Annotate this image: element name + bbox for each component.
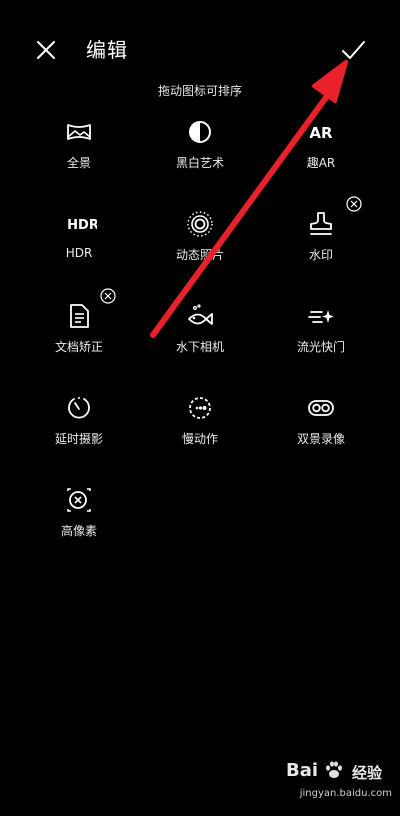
mode-label: 水印 (308, 248, 333, 262)
watermark-url: jingyan.baidu.com (299, 788, 392, 799)
document-icon (70, 304, 89, 328)
top-bar: 编辑 拖动图标可排序 (0, 0, 400, 100)
mode-label: 流光快门 (296, 340, 345, 354)
hdr-icon: HDR (67, 218, 97, 233)
mode-underwater[interactable]: 水下相机 (145, 294, 255, 374)
mode-black-white-art[interactable]: 黑白艺术 (145, 110, 255, 190)
dual-view-icon (308, 400, 334, 416)
mode-label: 文档矫正 (54, 340, 103, 354)
mode-high-resolution[interactable]: 高像素 (24, 478, 134, 558)
mode-label: 动态照片 (175, 248, 224, 262)
mode-watermark[interactable]: 水印 (266, 196, 376, 282)
watermark-brand: Bai (286, 760, 319, 781)
underwater-fish-icon (188, 304, 213, 325)
mode-label: 延时摄影 (54, 432, 103, 446)
timelapse-icon (68, 397, 90, 419)
mode-label: 黑白艺术 (175, 156, 224, 170)
watermark-brand-cn: 经验 (352, 764, 383, 782)
page-title: 编辑 (86, 38, 128, 62)
mode-panorama[interactable]: 全景 (24, 110, 134, 190)
mode-hdr[interactable]: HDR HDR (24, 202, 134, 282)
mode-document-correction[interactable]: 文档矫正 (24, 288, 134, 374)
black-white-art-icon (189, 121, 211, 143)
panorama-icon (67, 124, 91, 140)
light-painting-icon (308, 310, 334, 323)
paw-icon (326, 761, 342, 778)
mode-label: 水下相机 (175, 340, 224, 354)
camera-mode-editor: 编辑 拖动图标可排序 全景 黑白艺术 AR 趣AR HDR HDR 动态照片 水… (0, 0, 400, 816)
mode-label: 慢动作 (181, 432, 218, 446)
mode-ar[interactable]: AR 趣AR (266, 110, 376, 190)
mode-light-painting[interactable]: 流光快门 (266, 294, 376, 374)
ar-icon-text: AR (309, 124, 333, 142)
mode-label: HDR (65, 246, 93, 260)
mode-slow-motion[interactable]: 慢动作 (145, 386, 255, 466)
mode-timelapse[interactable]: 延时摄影 (24, 386, 134, 466)
watermark-stamp-icon (310, 212, 332, 235)
high-resolution-icon (67, 488, 91, 512)
mode-label: 全景 (66, 156, 91, 170)
moving-picture-icon (187, 211, 213, 237)
slow-motion-icon (189, 397, 211, 419)
hdr-icon-text: HDR (67, 218, 97, 233)
mode-moving-picture[interactable]: 动态照片 (145, 202, 255, 282)
mode-label: 高像素 (60, 524, 97, 538)
remove-mode-icon[interactable] (100, 288, 116, 304)
baidu-jingyan-watermark: Bai 经验 jingyan.baidu.com (280, 756, 395, 808)
drag-hint: 拖动图标可排序 (157, 84, 242, 98)
close-icon[interactable] (34, 38, 58, 62)
mode-label: 双景录像 (296, 432, 345, 446)
ar-icon: AR (309, 124, 333, 142)
mode-dual-view[interactable]: 双景录像 (266, 386, 376, 466)
checkmark-icon[interactable] (340, 37, 366, 63)
mode-label: 趣AR (306, 156, 336, 170)
remove-mode-icon[interactable] (346, 196, 362, 212)
